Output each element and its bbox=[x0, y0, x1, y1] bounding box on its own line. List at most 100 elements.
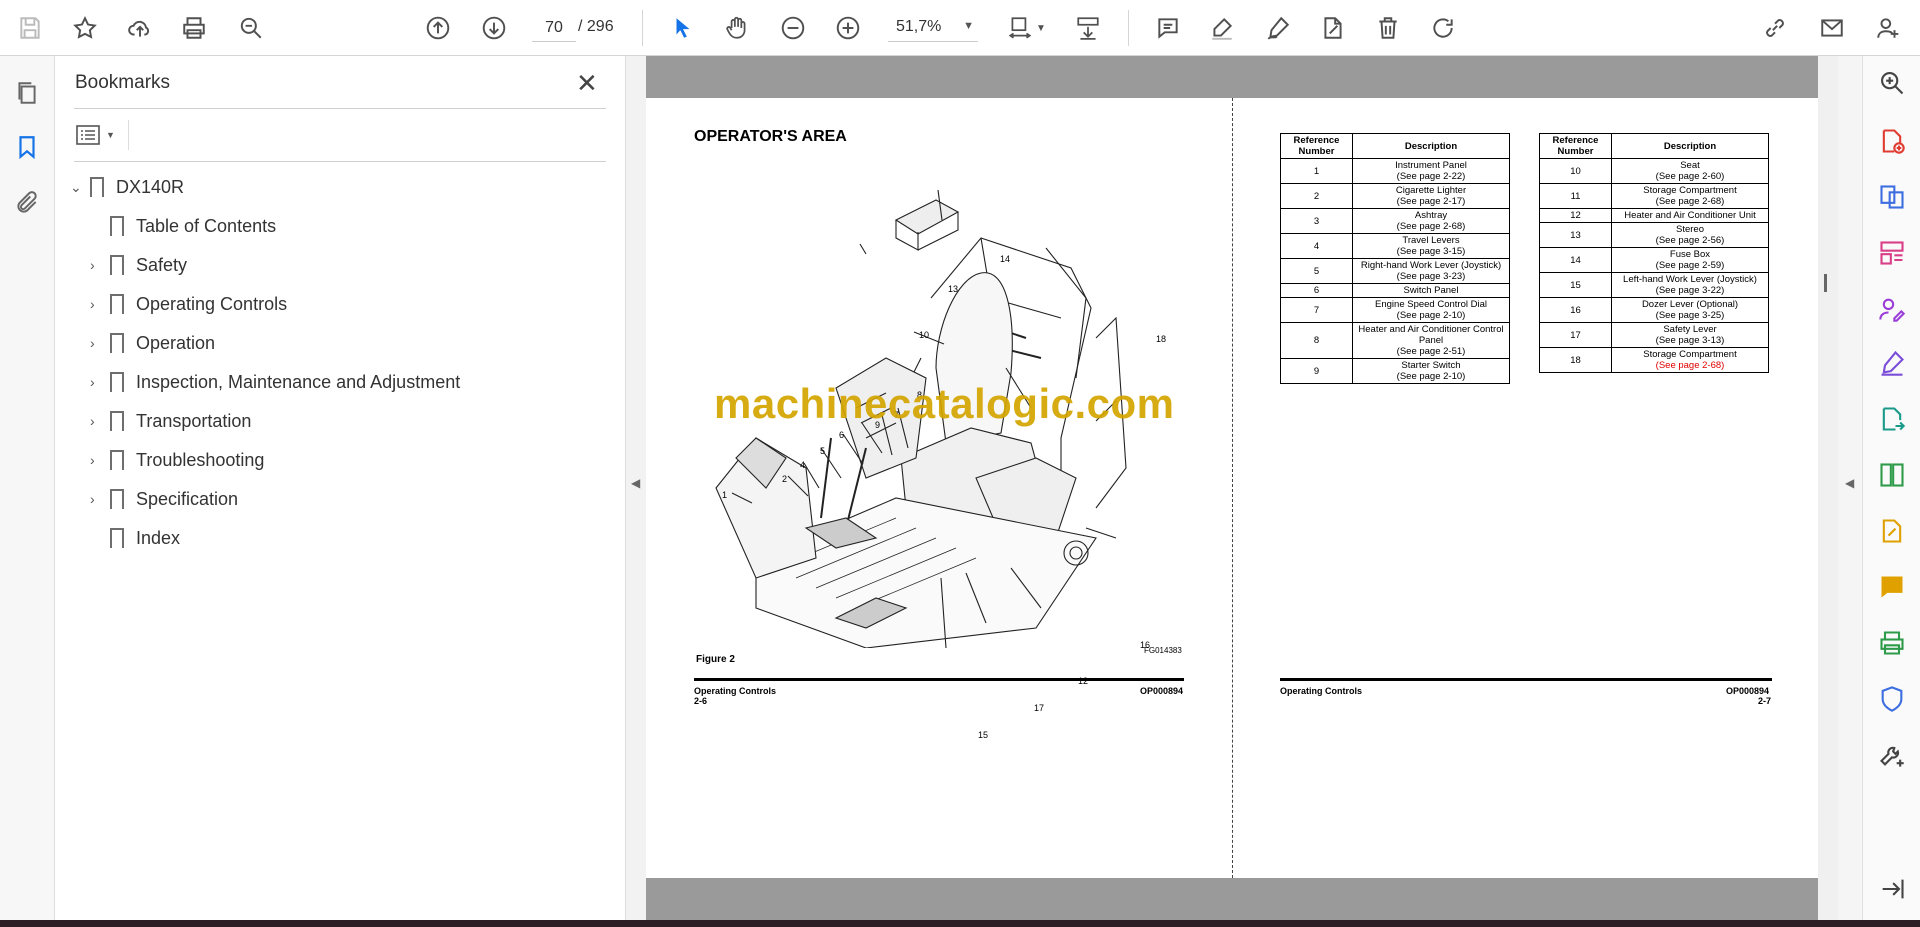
description-text: Heater and Air Conditioner Control Panel bbox=[1358, 324, 1504, 346]
combine-files-icon[interactable] bbox=[1877, 182, 1907, 212]
organize-pages-icon[interactable] bbox=[1877, 238, 1907, 268]
upload-cloud-icon[interactable] bbox=[122, 10, 158, 46]
table-row: 17 Safety Lever (See page 3-13) bbox=[1539, 322, 1769, 348]
comment-icon[interactable] bbox=[1150, 10, 1186, 46]
attachments-icon[interactable] bbox=[12, 188, 42, 218]
bookmark-item-inspection[interactable]: › Inspection, Maintenance and Adjustment bbox=[90, 367, 460, 397]
edit-document-icon[interactable] bbox=[1315, 10, 1351, 46]
reference-number-cell: 15 bbox=[1539, 272, 1612, 298]
email-icon[interactable] bbox=[1814, 10, 1850, 46]
bookmark-item-dx140r[interactable]: ⌄ DX140R bbox=[70, 172, 184, 202]
collapse-left-panel-handle[interactable]: ◀ bbox=[626, 56, 646, 920]
star-icon[interactable] bbox=[67, 10, 103, 46]
chevron-right-icon[interactable]: › bbox=[90, 257, 110, 273]
see-page-reference[interactable]: (See page 3-25) bbox=[1614, 310, 1766, 321]
fill-sign-icon[interactable] bbox=[1877, 348, 1907, 378]
expand-panel-icon[interactable] bbox=[1877, 874, 1907, 904]
export-pdf-icon[interactable] bbox=[1877, 404, 1907, 434]
see-page-reference[interactable]: (See page 2-68) bbox=[1614, 196, 1766, 207]
table-header-row: Reference Number Description bbox=[1280, 133, 1510, 159]
page-thumbnails-icon[interactable] bbox=[12, 78, 42, 108]
see-page-reference[interactable]: (See page 2-10) bbox=[1355, 371, 1507, 382]
zoom-out-icon[interactable] bbox=[775, 10, 811, 46]
bookmark-item-operating-controls[interactable]: › Operating Controls bbox=[90, 289, 287, 319]
scroll-mode-icon[interactable] bbox=[1070, 10, 1106, 46]
delete-trash-icon[interactable] bbox=[1370, 10, 1406, 46]
see-page-reference[interactable]: (See page 3-13) bbox=[1614, 335, 1766, 346]
share-link-icon[interactable] bbox=[1757, 10, 1793, 46]
chevron-right-icon[interactable]: › bbox=[90, 335, 110, 351]
close-icon[interactable]: ✕ bbox=[576, 68, 598, 99]
see-page-reference[interactable]: (See page 2-68) bbox=[1614, 360, 1766, 371]
hand-tool-icon[interactable] bbox=[719, 10, 755, 46]
see-page-reference[interactable]: (See page 2-17) bbox=[1355, 196, 1507, 207]
chevron-down-icon[interactable]: ⌄ bbox=[70, 179, 90, 196]
bookmark-item-table-of-contents[interactable]: Table of Contents bbox=[90, 211, 276, 241]
bookmark-icon bbox=[110, 294, 124, 318]
page-total-label: / 296 bbox=[578, 18, 614, 35]
compare-files-icon[interactable] bbox=[1877, 460, 1907, 490]
chevron-right-icon[interactable]: › bbox=[90, 413, 110, 429]
reference-table-2: Reference Number Description 10 Seat (See … bbox=[1539, 133, 1769, 373]
description-cell: Fuse Box (See page 2-59) bbox=[1611, 247, 1769, 273]
select-cursor-icon[interactable] bbox=[665, 10, 701, 46]
description-cell: Right-hand Work Lever (Joystick) (See pag… bbox=[1352, 258, 1510, 284]
document-viewport[interactable]: OPERATOR'S AREA 1 2 4 5 6 7 8 9 10 12 13… bbox=[646, 56, 1838, 920]
request-signature-icon[interactable] bbox=[1877, 294, 1907, 324]
rotate-icon[interactable] bbox=[1425, 10, 1461, 46]
left-navigation-rail bbox=[0, 56, 55, 920]
page-up-icon[interactable] bbox=[420, 10, 456, 46]
chevron-right-icon[interactable]: › bbox=[90, 296, 110, 312]
chevron-right-icon[interactable]: › bbox=[90, 491, 110, 507]
see-page-reference[interactable]: (See page 2-68) bbox=[1355, 221, 1507, 232]
fit-dropdown-chevron-icon[interactable]: ▼ bbox=[1034, 10, 1048, 46]
see-page-reference[interactable]: (See page 3-23) bbox=[1355, 271, 1507, 282]
protect-shield-icon[interactable] bbox=[1877, 684, 1907, 714]
description-text: Heater and Air Conditioner Unit bbox=[1624, 210, 1756, 221]
see-page-reference[interactable]: (See page 2-51) bbox=[1355, 346, 1507, 357]
print-icon[interactable] bbox=[176, 10, 212, 46]
draw-signature-icon[interactable] bbox=[1260, 10, 1296, 46]
table-row: 12 Heater and Air Conditioner Unit bbox=[1539, 208, 1769, 223]
see-page-reference[interactable]: (See page 2-59) bbox=[1614, 260, 1766, 271]
bookmark-item-troubleshooting[interactable]: › Troubleshooting bbox=[90, 445, 264, 475]
zoom-level-select[interactable]: 51,7% ▼ bbox=[888, 14, 978, 42]
see-page-reference[interactable]: (See page 2-10) bbox=[1355, 310, 1507, 321]
page-number-input[interactable] bbox=[532, 14, 576, 42]
zoom-in-icon[interactable] bbox=[830, 10, 866, 46]
see-page-reference[interactable]: (See page 3-22) bbox=[1614, 285, 1766, 296]
bookmark-label: Operating Controls bbox=[136, 293, 288, 314]
edit-pdf-icon[interactable] bbox=[1877, 516, 1907, 546]
bookmark-item-safety[interactable]: › Safety bbox=[90, 250, 187, 280]
see-page-reference[interactable]: (See page 3-15) bbox=[1355, 246, 1507, 257]
comment-tool-icon[interactable] bbox=[1877, 572, 1907, 602]
save-icon[interactable] bbox=[12, 10, 48, 46]
zoom-tool-icon[interactable] bbox=[1877, 68, 1907, 98]
more-tools-icon[interactable] bbox=[1877, 740, 1907, 770]
add-user-icon[interactable] bbox=[1870, 10, 1906, 46]
description-cell: Storage Compartment (See page 2-68) bbox=[1611, 183, 1769, 209]
description-cell: Seat (See page 2-60) bbox=[1611, 158, 1769, 184]
print-production-icon[interactable] bbox=[1877, 628, 1907, 658]
bookmark-item-specification[interactable]: › Specification bbox=[90, 484, 238, 514]
description-text: Right-hand Work Lever (Joystick) bbox=[1360, 260, 1502, 271]
fit-page-icon[interactable] bbox=[1002, 10, 1038, 46]
highlight-pen-icon[interactable] bbox=[1204, 10, 1240, 46]
vertical-scrollbar[interactable] bbox=[1818, 56, 1838, 920]
bookmark-item-operation[interactable]: › Operation bbox=[90, 328, 215, 358]
create-pdf-icon[interactable] bbox=[1877, 126, 1907, 156]
see-page-reference[interactable]: (See page 2-60) bbox=[1614, 171, 1766, 182]
page-down-icon[interactable] bbox=[476, 10, 512, 46]
divider bbox=[128, 120, 129, 150]
scrollbar-thumb[interactable] bbox=[1824, 274, 1827, 292]
bookmark-item-index[interactable]: Index bbox=[90, 523, 180, 553]
bookmarks-panel-icon[interactable] bbox=[12, 132, 42, 162]
zoom-search-icon[interactable] bbox=[233, 10, 269, 46]
bookmark-item-transportation[interactable]: › Transportation bbox=[90, 406, 251, 436]
chevron-right-icon[interactable]: › bbox=[90, 374, 110, 390]
see-page-reference[interactable]: (See page 2-56) bbox=[1614, 235, 1766, 246]
collapse-right-panel-handle[interactable]: ◀ bbox=[1838, 56, 1862, 920]
see-page-reference[interactable]: (See page 2-22) bbox=[1355, 171, 1507, 182]
bookmark-options-button[interactable]: ▼ bbox=[76, 120, 120, 150]
chevron-right-icon[interactable]: › bbox=[90, 452, 110, 468]
